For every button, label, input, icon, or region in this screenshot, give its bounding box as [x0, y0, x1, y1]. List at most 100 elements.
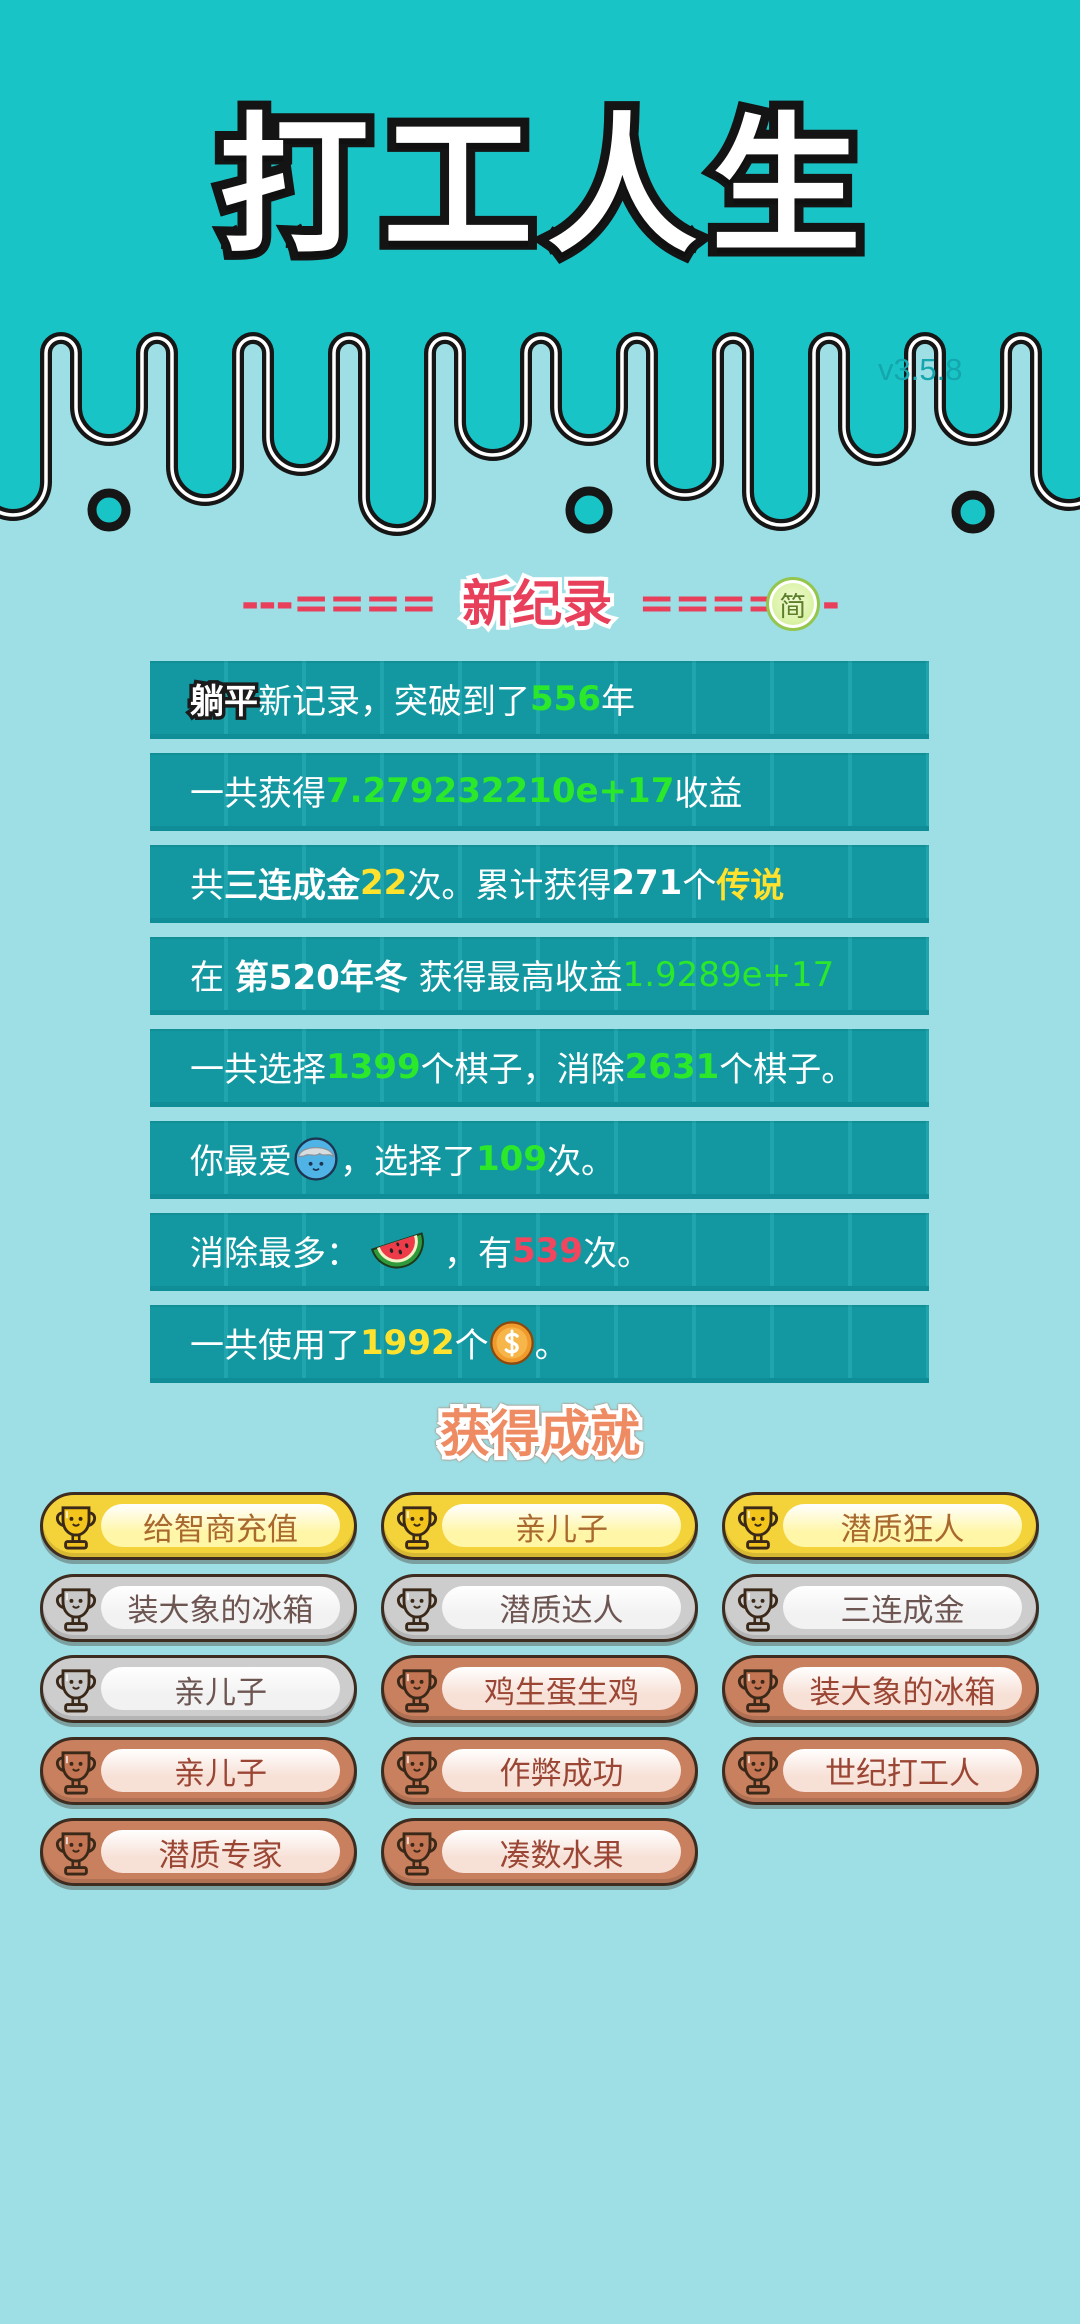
- achievement-label: 装大象的冰箱: [127, 1593, 314, 1629]
- record-text: 你最爱: [190, 1142, 292, 1182]
- record-row-total-income: 一共获得 7.279232210e+17 收益: [150, 753, 929, 831]
- trophy-silver-icon: [732, 1582, 784, 1634]
- record-text: 新记录，突破到了: [258, 682, 530, 722]
- achievement-label: 潜质狂人: [840, 1511, 965, 1548]
- achievement-label: 亲儿子: [174, 1674, 267, 1711]
- header-left-decoration: ---====: [241, 578, 437, 629]
- version-label: v3.5.8: [878, 352, 963, 387]
- blue-ball-face-icon: [292, 1135, 340, 1183]
- record-text: 一共获得: [190, 774, 326, 814]
- achievement-label: 凑数水果: [499, 1837, 624, 1874]
- coins-used-count: 1992: [360, 1322, 455, 1363]
- record-text: 在: [190, 958, 235, 998]
- trophy-gold-icon: [732, 1500, 784, 1552]
- achievement-label: 潜质专家: [158, 1837, 283, 1874]
- achievement-badge[interactable]: 鸡生蛋生鸡: [381, 1655, 698, 1723]
- record-years-value: 556: [530, 678, 601, 719]
- best-income-value: 1.9289e+17: [622, 954, 835, 995]
- record-text: 。: [534, 1326, 569, 1366]
- trophy-gold-icon: [50, 1500, 102, 1552]
- achievement-label: 给智商充值: [143, 1511, 298, 1548]
- triple-gold-count: 22: [360, 862, 408, 903]
- pieces-eliminated-count: 2631: [624, 1046, 720, 1087]
- drip-wave-header: [0, 0, 1080, 536]
- achievement-label: 鸡生蛋生鸡: [484, 1674, 639, 1711]
- achievement-label: 亲儿子: [515, 1511, 608, 1548]
- achievement-badge[interactable]: 给智商充值: [40, 1492, 357, 1560]
- achievement-badge[interactable]: 凑数水果: [381, 1818, 698, 1886]
- watermelon-icon: [370, 1229, 430, 1273]
- trophy-silver-icon: [50, 1663, 102, 1715]
- record-text: 共: [190, 866, 224, 906]
- record-header: ---==== 新纪录 ==== 简 -: [0, 570, 1080, 638]
- record-text: 收益: [674, 774, 743, 814]
- achievement-badge[interactable]: 装大象的冰箱: [722, 1655, 1039, 1723]
- record-row-triple-gold: 共 三连成金 22 次。累计获得 271 个 传说: [150, 845, 929, 923]
- achievement-label: 世纪打工人: [825, 1756, 980, 1792]
- record-name: 躺平: [187, 679, 262, 726]
- trophy-bronze-icon: [50, 1745, 102, 1797]
- record-row-new-record: 躺平 新记录，突破到了 556 年: [150, 661, 929, 739]
- achievement-grid: 给智商充值 亲儿子 潜质狂人 装大象的冰箱 潜质达人 三连成金 亲儿子 鸡生蛋生…: [40, 1492, 1039, 1886]
- most-eliminated-count: 539: [512, 1230, 583, 1271]
- coin-icon: [489, 1320, 535, 1366]
- record-row-pieces: 一共选择 1399 个棋子，消除 2631 个棋子。: [150, 1029, 929, 1107]
- record-text: ，选择了: [340, 1142, 476, 1182]
- record-row-most-eliminated: 消除最多： ，有 539 次。: [150, 1213, 929, 1291]
- achievement-label: 作弊成功: [499, 1756, 624, 1792]
- trophy-bronze-icon: [732, 1745, 784, 1797]
- achievement-badge[interactable]: 潜质达人: [381, 1573, 698, 1642]
- record-text: 消除最多：: [190, 1234, 360, 1274]
- trophy-silver-icon: [50, 1582, 102, 1634]
- achievement-label: 潜质达人: [499, 1593, 624, 1629]
- drip-drop: [87, 488, 131, 532]
- trophy-bronze-icon: [50, 1826, 102, 1878]
- best-income-season: 第520年冬: [234, 958, 408, 998]
- achievement-badge[interactable]: 装大象的冰箱: [40, 1573, 357, 1642]
- record-row-coins-used: 一共使用了 1992 个 。: [150, 1305, 929, 1383]
- achievement-badge[interactable]: 世纪打工人: [722, 1736, 1039, 1805]
- record-text: 个: [454, 1326, 489, 1366]
- favorite-count: 109: [476, 1138, 547, 1179]
- record-text: 次。累计获得: [407, 866, 612, 906]
- record-list: 躺平 新记录，突破到了 556 年 一共获得 7.279232210e+17 收…: [150, 661, 929, 1383]
- legend-count: 271: [611, 862, 683, 903]
- pieces-selected-count: 1399: [326, 1046, 421, 1087]
- header-tail-decoration: -: [821, 578, 840, 629]
- record-row-favorite: 你最爱 ，选择了 109 次。: [150, 1121, 929, 1199]
- record-text: 年: [600, 682, 635, 722]
- achievement-badge[interactable]: 亲儿子: [381, 1492, 698, 1560]
- header-right-decoration: ====: [638, 578, 782, 629]
- record-text: 一共选择: [190, 1050, 326, 1090]
- achievement-label: 亲儿子: [174, 1756, 267, 1792]
- trophy-silver-icon: [391, 1582, 443, 1634]
- trophy-bronze-icon: [732, 1663, 784, 1715]
- app-title: 打工人生: [210, 100, 875, 274]
- triple-gold-label: 三连成金: [224, 866, 360, 906]
- achievement-label: 装大象的冰箱: [809, 1674, 996, 1711]
- trophy-bronze-icon: [391, 1826, 443, 1878]
- record-title: 新纪录: [458, 575, 616, 633]
- legend-label: 传说: [716, 866, 785, 906]
- achievements-title: 获得成就: [436, 1401, 644, 1467]
- record-text: 个棋子。: [719, 1050, 856, 1090]
- record-text: 次。: [546, 1142, 615, 1182]
- achievement-badge[interactable]: 潜质狂人: [722, 1492, 1039, 1560]
- achievement-badge[interactable]: 亲儿子: [40, 1736, 357, 1805]
- record-text: ，有: [444, 1234, 512, 1274]
- trophy-bronze-icon: [391, 1745, 443, 1797]
- achievement-badge[interactable]: 三连成金: [722, 1573, 1039, 1642]
- record-text: 个: [682, 866, 717, 906]
- record-text: 一共使用了: [190, 1326, 360, 1366]
- record-text: 个棋子，消除: [420, 1050, 625, 1090]
- total-income-value: 7.279232210e+17: [326, 770, 675, 811]
- trophy-bronze-icon: [391, 1663, 443, 1715]
- achievement-badge[interactable]: 潜质专家: [40, 1818, 357, 1886]
- trophy-gold-icon: [391, 1500, 443, 1552]
- achievement-label: 三连成金: [840, 1593, 965, 1629]
- drip-drop: [951, 490, 995, 534]
- simplified-chinese-toggle[interactable]: 简: [765, 577, 820, 631]
- record-text: 次。: [582, 1234, 651, 1274]
- achievement-badge[interactable]: 作弊成功: [381, 1736, 698, 1805]
- achievement-badge[interactable]: 亲儿子: [40, 1655, 357, 1723]
